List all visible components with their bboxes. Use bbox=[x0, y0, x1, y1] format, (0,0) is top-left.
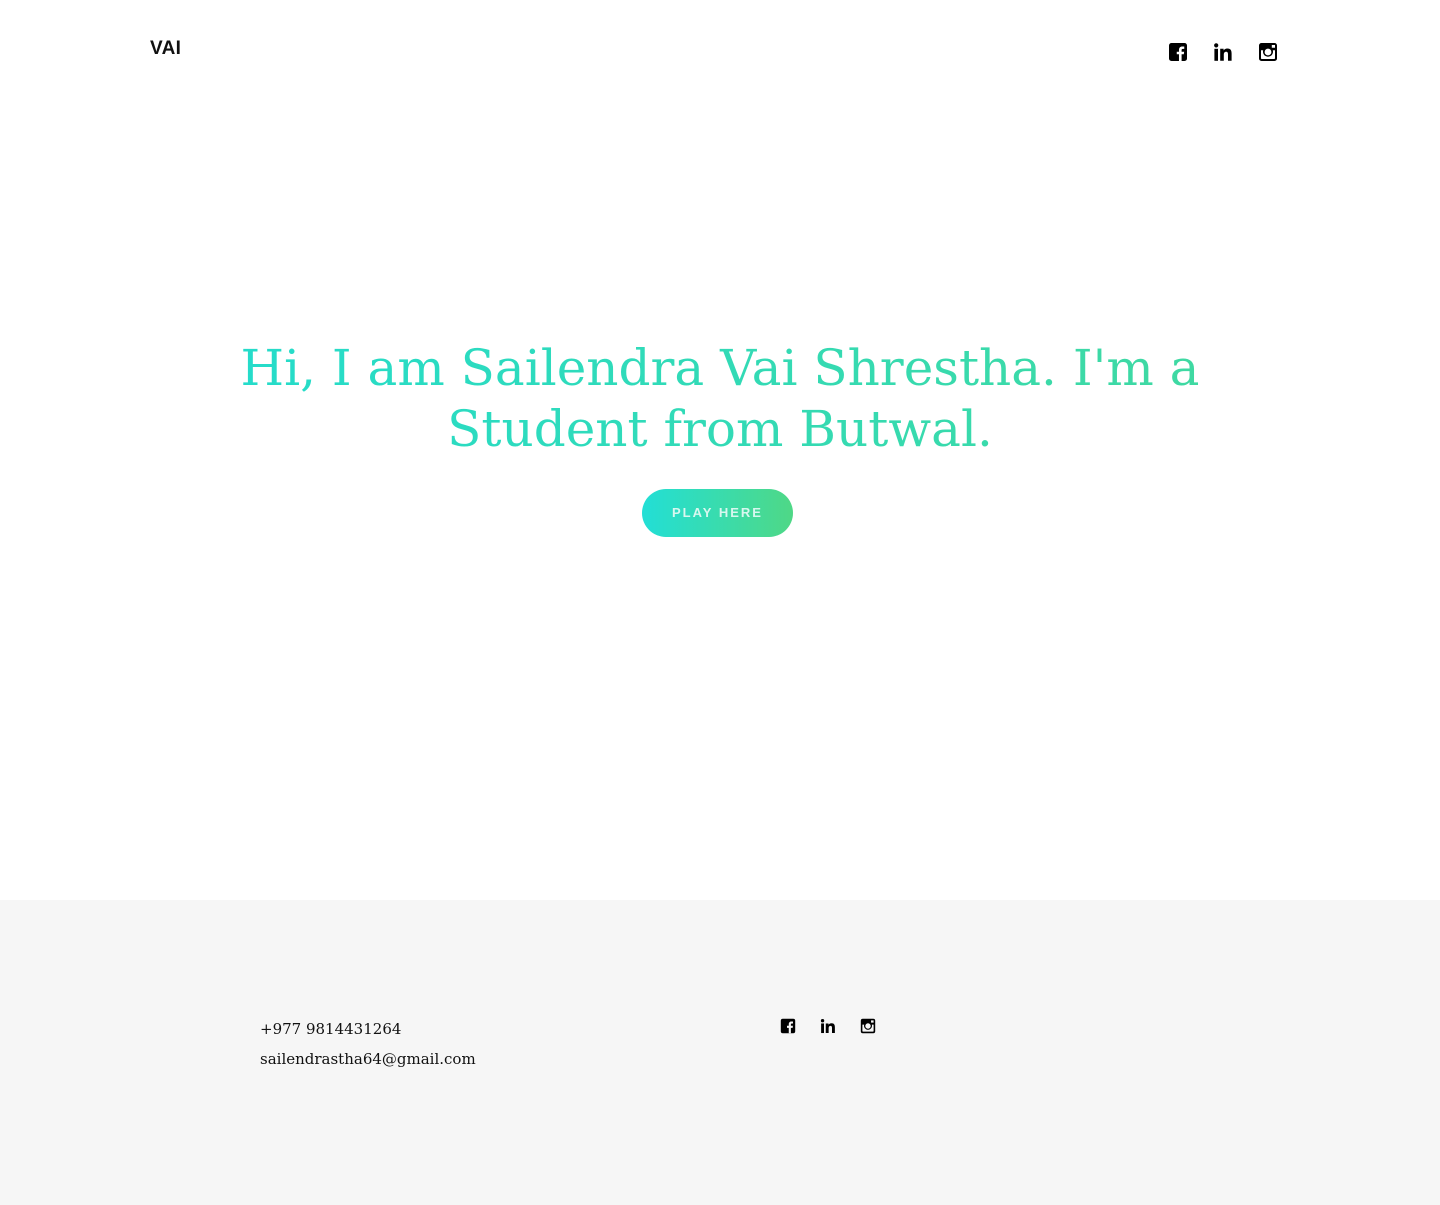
site-footer: +977 9814431264 sailendrastha64@gmail.co… bbox=[0, 900, 1440, 1205]
hero-title: Hi, I am Sailendra Vai Shrestha. I'm a S… bbox=[240, 339, 1200, 458]
header-instagram-link[interactable] bbox=[1258, 42, 1278, 62]
facebook-icon bbox=[1169, 43, 1187, 61]
instagram-icon bbox=[1259, 43, 1277, 61]
footer-linkedin-link[interactable] bbox=[820, 1018, 836, 1034]
footer-instagram-link[interactable] bbox=[860, 1018, 876, 1034]
phone-link[interactable]: +977 9814431264 bbox=[260, 1014, 476, 1044]
instagram-icon bbox=[860, 1018, 876, 1034]
site-header: VAI bbox=[0, 0, 1440, 100]
site-logo[interactable]: VAI bbox=[150, 37, 181, 61]
footer-social-links bbox=[780, 1018, 876, 1034]
header-facebook-link[interactable] bbox=[1168, 42, 1188, 62]
facebook-icon bbox=[780, 1018, 796, 1034]
header-social-links bbox=[1168, 42, 1278, 62]
play-here-button[interactable]: PLAY HERE bbox=[642, 489, 793, 537]
email-link[interactable]: sailendrastha64@gmail.com bbox=[260, 1044, 476, 1074]
linkedin-icon bbox=[1214, 43, 1232, 61]
contact-info: +977 9814431264 sailendrastha64@gmail.co… bbox=[260, 1014, 476, 1074]
linkedin-icon bbox=[820, 1019, 835, 1034]
footer-facebook-link[interactable] bbox=[780, 1018, 796, 1034]
hero-section: Hi, I am Sailendra Vai Shrestha. I'm a S… bbox=[0, 100, 1440, 900]
header-linkedin-link[interactable] bbox=[1213, 42, 1233, 62]
